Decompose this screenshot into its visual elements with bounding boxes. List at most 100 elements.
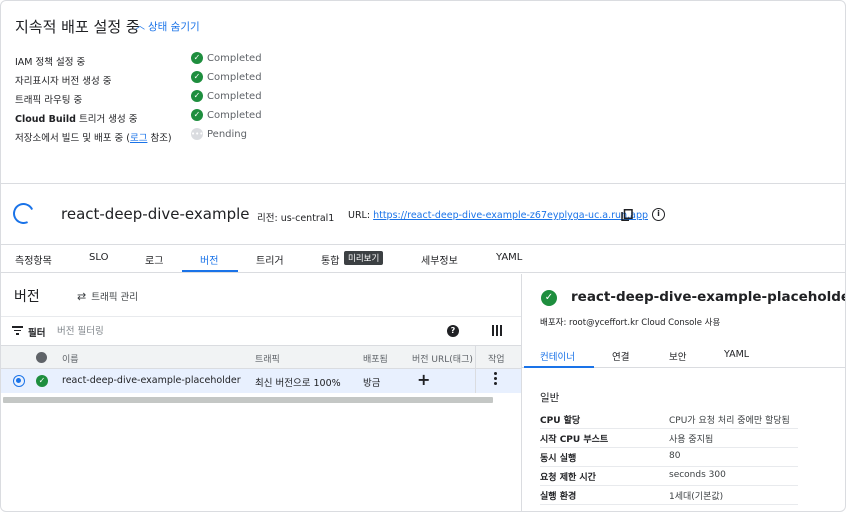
filter-icon xyxy=(12,326,23,335)
step-label-bold: Cloud Build xyxy=(15,114,76,125)
step-status: ✓ Completed xyxy=(191,109,262,121)
pending-icon: ••• xyxy=(191,128,204,140)
step-status: ✓ Completed xyxy=(191,52,262,64)
step-label: 트래픽 라우팅 중 xyxy=(15,95,83,106)
tab-details[interactable]: 세부정보 xyxy=(421,252,458,267)
column-header-traffic[interactable]: 트래픽 xyxy=(255,352,280,365)
step-label-post: 참조) xyxy=(147,133,172,144)
add-tag-icon[interactable]: + xyxy=(417,371,430,389)
detail-row: CPU 할당 CPU가 요청 처리 중에만 할당됨 xyxy=(540,410,798,429)
step-traffic-routing: 트래픽 라우팅 중 ✓ Completed xyxy=(15,90,345,109)
step-iam: IAM 정책 설정 중 ✓ Completed xyxy=(15,52,345,71)
active-tab-indicator xyxy=(182,270,238,272)
service-name: react-deep-dive-example xyxy=(61,205,250,223)
revision-detail-pane: ✓ react-deep-dive-example-placeholder 배포… xyxy=(521,274,846,511)
check-circle-icon: ✓ xyxy=(191,109,203,121)
check-circle-icon: ✓ xyxy=(36,375,48,387)
detail-row: 시작 CPU 부스트 사용 중지됨 xyxy=(540,429,798,448)
cloud-run-service-page: 지속적 배포 설정 중 ︿ 상태 숨기기 IAM 정책 설정 중 ✓ Compl… xyxy=(0,0,846,512)
column-header-actions: 작업 xyxy=(488,355,505,365)
step-status-text: Completed xyxy=(207,52,262,64)
step-placeholder-revision: 자리표시자 버전 생성 중 ✓ Completed xyxy=(15,71,345,90)
column-divider xyxy=(475,345,476,393)
tab-yaml[interactable]: YAML xyxy=(496,252,522,263)
revisions-pane: 버전 ⇄ 트래픽 관리 필터 ? 이름 트래픽 배포됨 버전 URL(태그) 작… xyxy=(1,274,521,511)
tab-detail-yaml[interactable]: YAML xyxy=(724,349,749,360)
url-label: URL: xyxy=(348,210,374,221)
service-region: 리전: us-central1 xyxy=(257,213,335,224)
step-cloud-build-trigger: Cloud Build 트리거 생성 중 ✓ Completed xyxy=(15,109,345,128)
service-url: URL: https://react-deep-dive-example-z67… xyxy=(348,210,648,221)
more-actions-icon[interactable] xyxy=(494,372,498,390)
step-status: ••• Pending xyxy=(191,128,247,140)
step-label: Cloud Build 트리거 생성 중 xyxy=(15,111,137,125)
info-icon[interactable]: i xyxy=(652,208,665,221)
column-header-deployed[interactable]: 배포됨 xyxy=(363,352,388,365)
revision-name: react-deep-dive-example-placeholder xyxy=(62,375,241,386)
section-general-title: 일반 xyxy=(540,392,560,404)
help-icon[interactable]: ? xyxy=(447,325,459,337)
column-header-url[interactable]: 버전 URL(태그) xyxy=(412,352,473,365)
check-circle-icon: ✓ xyxy=(191,71,203,83)
detail-row: 요청 제한 시간 seconds 300 xyxy=(540,467,798,486)
filter-input[interactable] xyxy=(57,323,417,339)
deploy-progress-panel: 지속적 배포 설정 중 ︿ 상태 숨기기 IAM 정책 설정 중 ✓ Compl… xyxy=(1,1,845,184)
service-url-link[interactable]: https://react-deep-dive-example-z67eyply… xyxy=(373,210,648,221)
step-label: IAM 정책 설정 중 xyxy=(15,57,86,68)
table-row[interactable]: ✓ react-deep-dive-example-placeholder 최신… xyxy=(1,369,521,393)
hide-status-label: 상태 숨기기 xyxy=(148,21,200,33)
hide-status-link[interactable]: ︿ 상태 숨기기 xyxy=(135,19,200,34)
column-display-icon[interactable] xyxy=(492,325,502,336)
step-status: ✓ Completed xyxy=(191,71,262,83)
detail-value: seconds 300 xyxy=(669,470,726,480)
tab-logs[interactable]: 로그 xyxy=(145,252,163,267)
step-build-deploy: 저장소에서 빌드 및 배포 중 (로그 참조) ••• Pending xyxy=(15,128,345,147)
active-tab-indicator xyxy=(524,366,594,368)
tab-connections[interactable]: 연결 xyxy=(612,349,629,363)
copy-icon[interactable] xyxy=(621,209,633,221)
logs-link[interactable]: 로그 xyxy=(130,133,147,144)
tab-triggers[interactable]: 트리거 xyxy=(256,252,284,267)
detail-key: 실행 환경 xyxy=(540,492,577,502)
check-circle-icon: ✓ xyxy=(191,90,203,102)
detail-key: 동시 실행 xyxy=(540,454,577,464)
tab-slo[interactable]: SLO xyxy=(89,252,108,263)
step-status-text: Completed xyxy=(207,109,262,121)
step-label: 자리표시자 버전 생성 중 xyxy=(15,76,112,87)
step-status-text: Pending xyxy=(207,128,247,140)
column-header-name[interactable]: 이름 xyxy=(62,352,79,365)
tab-containers[interactable]: 컨테이너 xyxy=(540,349,575,363)
progress-title: 지속적 배포 설정 중 xyxy=(15,18,140,36)
chevron-up-icon: ︿ xyxy=(135,20,145,32)
manage-traffic-button[interactable]: ⇄ 트래픽 관리 xyxy=(77,289,138,304)
detail-value: 1세대(기본값) xyxy=(669,492,724,502)
detail-row: 실행 환경 1세대(기본값) xyxy=(540,486,798,505)
tab-revisions[interactable]: 버전 xyxy=(200,252,218,267)
table-header: 이름 트래픽 배포됨 버전 URL(태그) 작업 xyxy=(1,345,521,369)
tab-metrics[interactable]: 측정항목 xyxy=(15,252,52,267)
step-label: 저장소에서 빌드 및 배포 중 (로그 참조) xyxy=(15,130,172,144)
tab-security[interactable]: 보안 xyxy=(669,349,686,363)
step-status: ✓ Completed xyxy=(191,90,262,102)
status-column-icon xyxy=(36,352,47,363)
horizontal-scrollbar[interactable] xyxy=(3,397,493,403)
detail-value: 사용 중지됨 xyxy=(669,435,714,445)
detail-tabs: 컨테이너 연결 보안 YAML xyxy=(522,342,845,368)
manage-traffic-label: 트래픽 관리 xyxy=(91,292,138,303)
detail-row: 동시 실행 80 xyxy=(540,448,798,467)
tab-integrations[interactable]: 통합 xyxy=(321,252,339,267)
progress-steps: IAM 정책 설정 중 ✓ Completed 자리표시자 버전 생성 중 ✓ … xyxy=(15,52,345,147)
row-radio-button[interactable] xyxy=(13,375,25,387)
revision-detail-title: react-deep-dive-example-placeholder xyxy=(571,289,846,305)
step-label-rest: 트리거 생성 중 xyxy=(75,114,138,125)
swap-arrows-icon: ⇄ xyxy=(77,289,87,303)
filter-label: 필터 xyxy=(28,328,46,339)
check-circle-icon: ✓ xyxy=(191,52,203,64)
preview-badge: 미리보기 xyxy=(344,251,384,265)
detail-value: 80 xyxy=(669,451,681,461)
step-status-text: Completed xyxy=(207,71,262,83)
revision-deployer: 배포자: root@yceffort.kr Cloud Console 사용 xyxy=(540,318,721,328)
detail-value: CPU가 요청 처리 중에만 할당됨 xyxy=(669,416,790,426)
service-header: react-deep-dive-example 리전: us-central1 … xyxy=(1,185,845,245)
revision-traffic: 최신 버전으로 100% xyxy=(255,378,341,389)
